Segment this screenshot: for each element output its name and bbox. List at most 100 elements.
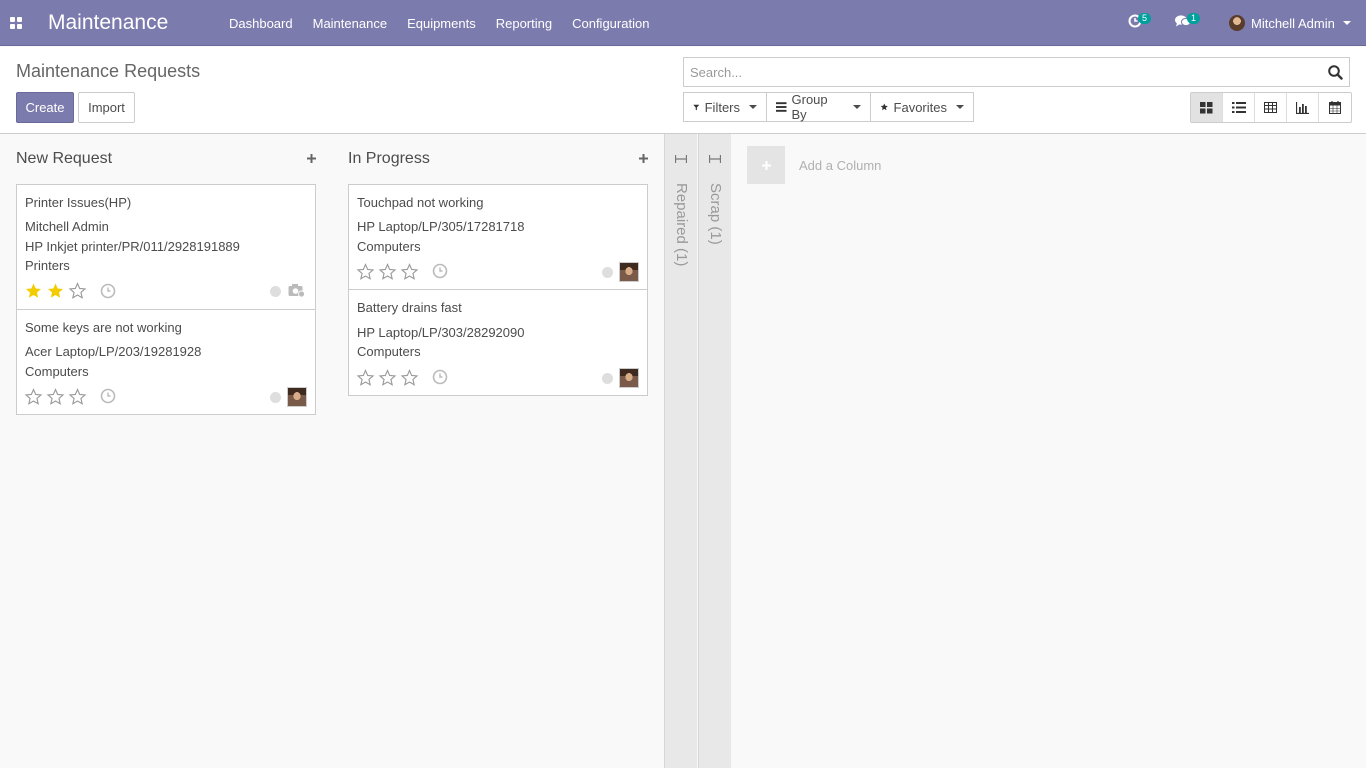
folded-column-label: Repaired (1) [673, 183, 690, 267]
plus-icon[interactable] [306, 152, 317, 167]
kanban-state-dot[interactable] [602, 267, 613, 278]
camera-icon [288, 284, 305, 298]
card-title: Battery drains fast [357, 300, 462, 315]
user-name: Mitchell Admin [1251, 15, 1335, 31]
graph-icon [1296, 101, 1309, 114]
card-technician: Mitchell Admin [25, 219, 109, 234]
activity-menu[interactable]: 5 [1128, 13, 1152, 31]
star-empty-icon[interactable] [378, 263, 397, 281]
kanban-column-in-progress: In Progress Touchpad not working HP Lapt… [348, 134, 648, 768]
control-panel: Maintenance Requests Create Import Filte… [0, 47, 1366, 134]
card-category: Printers [25, 258, 70, 273]
star-filled-icon[interactable] [46, 282, 65, 300]
main-menu: Dashboard Maintenance Equipments Reporti… [219, 0, 659, 46]
card-title: Some keys are not working [25, 320, 182, 335]
chevron-down-icon [1342, 21, 1351, 25]
create-button[interactable]: Create [16, 92, 74, 123]
priority-stars [24, 388, 87, 406]
folded-column-scrap[interactable]: Scrap (1) [698, 134, 731, 768]
filters-dropdown[interactable]: Filters [683, 92, 767, 122]
graph-view-button[interactable] [1287, 93, 1319, 122]
star-empty-icon[interactable] [68, 282, 87, 300]
star-empty-icon[interactable] [400, 369, 419, 387]
card-title: Printer Issues(HP) [25, 195, 132, 210]
card-equipment: HP Inkjet printer/PR/011/2928191889 [25, 239, 240, 254]
star-empty-icon[interactable] [46, 388, 65, 406]
star-filled-icon[interactable] [24, 282, 43, 300]
groupby-dropdown[interactable]: Group By [766, 92, 871, 122]
activity-clock-icon[interactable] [100, 283, 116, 299]
calendar-icon [1329, 101, 1341, 114]
menu-item-dashboard[interactable]: Dashboard [219, 0, 303, 46]
activity-clock-icon[interactable] [432, 263, 448, 279]
priority-stars [356, 369, 419, 387]
app-brand[interactable]: Maintenance [48, 11, 168, 35]
chevron-down-icon [956, 105, 964, 109]
star-empty-icon[interactable] [68, 388, 87, 406]
menu-item-configuration[interactable]: Configuration [562, 0, 659, 46]
kanban-card[interactable]: Touchpad not working HP Laptop/LP/305/17… [348, 184, 648, 290]
import-button[interactable]: Import [78, 92, 135, 123]
menu-item-maintenance[interactable]: Maintenance [303, 0, 397, 46]
pivot-view-button[interactable] [1255, 93, 1287, 122]
kanban-state-dot[interactable] [602, 373, 613, 384]
star-icon [880, 103, 888, 111]
assignee-avatar [287, 387, 307, 407]
card-title: Touchpad not working [357, 195, 484, 210]
kanban-card[interactable]: Battery drains fast HP Laptop/LP/303/282… [348, 289, 648, 396]
view-switcher [1190, 92, 1352, 123]
chevron-down-icon [749, 105, 757, 109]
kanban-card[interactable]: Printer Issues(HP) Mitchell Admin HP Ink… [16, 184, 316, 310]
pivot-icon [1264, 102, 1277, 113]
search-bar [683, 57, 1350, 87]
plus-icon [761, 160, 771, 170]
activity-clock-icon[interactable] [100, 388, 116, 404]
unfold-arrows-icon [675, 155, 687, 163]
top-navbar: Maintenance Dashboard Maintenance Equipm… [0, 0, 1366, 46]
assignee-avatar [619, 262, 639, 282]
search-icon[interactable] [1328, 65, 1343, 83]
kanban-column-new-request: New Request Printer Issues(HP) Mitchell … [16, 134, 316, 768]
star-empty-icon[interactable] [400, 263, 419, 281]
favorites-dropdown[interactable]: Favorites [870, 92, 974, 122]
kanban-view-button[interactable] [1191, 93, 1223, 122]
activity-count-badge: 5 [1138, 13, 1152, 24]
folded-column-repaired[interactable]: Repaired (1) [664, 134, 697, 768]
card-category: Computers [25, 364, 89, 379]
kanban-state-dot[interactable] [270, 286, 281, 297]
calendar-view-button[interactable] [1319, 93, 1351, 122]
card-equipment: HP Laptop/LP/305/17281718 [357, 219, 525, 234]
add-column-label[interactable]: Add a Column [799, 158, 881, 173]
card-equipment: Acer Laptop/LP/203/19281928 [25, 344, 202, 359]
kanban-board: New Request Printer Issues(HP) Mitchell … [0, 134, 1366, 768]
messaging-menu[interactable]: 1 [1175, 13, 1201, 31]
page-title: Maintenance Requests [16, 61, 201, 81]
column-title: New Request [16, 150, 113, 167]
apps-menu-icon[interactable] [10, 17, 22, 29]
star-empty-icon[interactable] [356, 369, 375, 387]
assignee-avatar [619, 368, 639, 388]
plus-icon[interactable] [638, 152, 649, 167]
star-empty-icon[interactable] [378, 369, 397, 387]
search-input[interactable] [684, 58, 1314, 86]
card-category: Computers [357, 239, 421, 254]
bars-icon [776, 102, 787, 112]
kanban-state-dot[interactable] [270, 392, 281, 403]
chevron-down-icon [853, 105, 861, 109]
kanban-card[interactable]: Some keys are not working Acer Laptop/LP… [16, 309, 316, 415]
add-column-button[interactable] [747, 146, 785, 184]
priority-stars [356, 263, 419, 281]
menu-item-equipments[interactable]: Equipments [397, 0, 486, 46]
filters-label: Filters [704, 99, 740, 115]
star-empty-icon[interactable] [356, 263, 375, 281]
menu-item-reporting[interactable]: Reporting [486, 0, 562, 46]
list-view-button[interactable] [1223, 93, 1255, 122]
user-avatar [1229, 15, 1245, 31]
activity-clock-icon[interactable] [432, 369, 448, 385]
groupby-label: Group By [791, 92, 828, 122]
messages-count-badge: 1 [1187, 13, 1201, 24]
user-menu[interactable]: Mitchell Admin [1229, 15, 1351, 31]
star-empty-icon[interactable] [24, 388, 43, 406]
filter-icon [693, 104, 700, 110]
folded-column-label: Scrap (1) [707, 183, 724, 245]
